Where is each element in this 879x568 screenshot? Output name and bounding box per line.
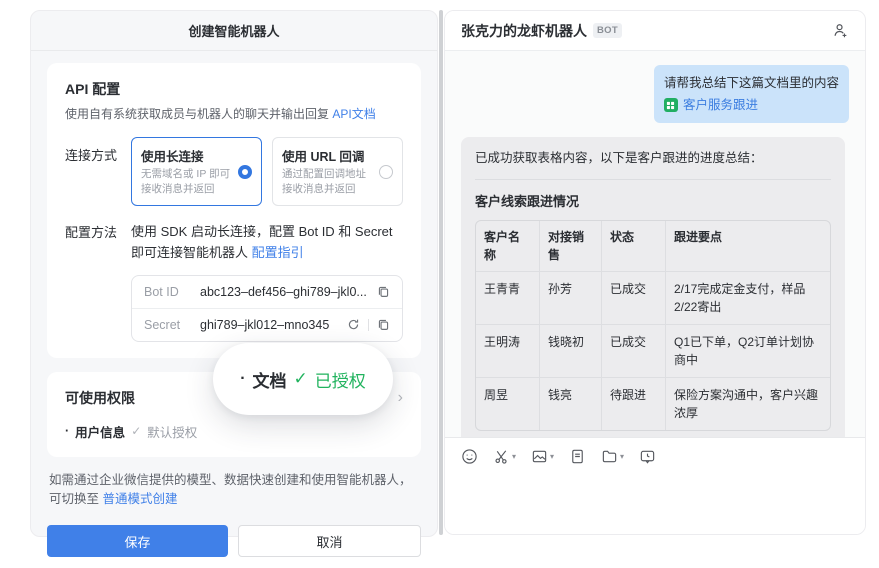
connection-method-row: 连接方式 使用长连接 无需域名或 IP 即可 接收消息并返回 使用 URL 回调… bbox=[65, 137, 403, 207]
create-bot-title: 创建智能机器人 bbox=[188, 24, 280, 39]
table-row: 王青青 孙芳 已成交 2/17完成定金支付，样品2/22寄出 bbox=[476, 271, 830, 325]
radio-unselected-icon[interactable] bbox=[379, 164, 393, 179]
table-cell: 钱亮 bbox=[540, 377, 602, 430]
bot-message-bubble: 已成功获取表格内容，以下是客户跟进的进度总结： 客户线索跟进情况 客户名称 对接销… bbox=[461, 137, 845, 437]
table-cell: 2/17完成定金支付，样品2/22寄出 bbox=[666, 272, 830, 325]
divider bbox=[368, 318, 369, 331]
secret-label: Secret bbox=[144, 317, 181, 332]
option-desc: 通过配置回调地址 接收消息并返回 bbox=[282, 168, 366, 196]
add-member-icon[interactable] bbox=[832, 22, 849, 39]
chevron-right-icon[interactable]: › bbox=[398, 389, 403, 406]
caret-down-icon[interactable]: ▾ bbox=[512, 452, 516, 461]
table-cell: 钱晓初 bbox=[540, 324, 602, 378]
table-header-cell: 客户名称 bbox=[476, 220, 540, 272]
normal-mode-link[interactable]: 普通模式创建 bbox=[102, 492, 177, 506]
chat-messages-area: 请帮我总结下这篇文档里的内容 客户服务跟进 已成功获取表格内容，以下是客户跟进的… bbox=[445, 51, 865, 437]
bot-id-value: abc123–def456–ghi789–jkl0... bbox=[200, 284, 367, 299]
followup-table: 客户名称 对接销售 状态 跟进要点 王青青 孙芳 已成交 2/17完成定金支付，样品2/22… bbox=[475, 219, 831, 431]
file-document-icon[interactable] bbox=[569, 448, 586, 465]
option-title: 使用长连接 bbox=[141, 150, 204, 164]
folder-icon[interactable]: ▾ bbox=[601, 448, 624, 465]
switch-mode-note: 如需通过企业微信提供的模型、数据快速创建和使用智能机器人，可切换至 普通模式创建 bbox=[49, 472, 412, 507]
permission-name: 用户信息 bbox=[75, 425, 126, 440]
table-cell: 待跟进 bbox=[602, 377, 666, 430]
check-icon: ✓ bbox=[131, 424, 142, 439]
caret-down-icon[interactable]: ▾ bbox=[620, 452, 624, 461]
config-method-label: 配置方法 bbox=[65, 225, 118, 241]
api-config-card: API 配置 使用自有系统获取成员与机器人的聊天并输出回复 API文档 连接方式… bbox=[47, 63, 421, 358]
spreadsheet-icon bbox=[663, 98, 678, 112]
table-cell: Q1已下单，Q2订单计划协商中 bbox=[666, 325, 830, 378]
emoji-icon[interactable] bbox=[461, 448, 478, 465]
bot-intro-text: 已成功获取表格内容，以下是客户跟进的进度总结： bbox=[475, 151, 763, 165]
panel-body: API 配置 使用自有系统获取成员与机器人的聊天并输出回复 API文档 连接方式… bbox=[31, 51, 437, 558]
table-cell: 已成交 bbox=[602, 324, 666, 378]
table-cell: 王明涛 bbox=[476, 324, 540, 378]
config-guide-link[interactable]: 配置指引 bbox=[252, 245, 304, 260]
input-toolbar: ▾ ▾ ▾ bbox=[461, 448, 849, 465]
screen: 创建智能机器人 API 配置 使用自有系统获取成员与机器人的聊天并输出回复 AP… bbox=[0, 0, 879, 568]
bot-name-title: 张克力的龙虾机器人 bbox=[461, 22, 587, 39]
create-bot-panel: 创建智能机器人 API 配置 使用自有系统获取成员与机器人的聊天并输出回复 AP… bbox=[30, 10, 438, 558]
copy-icon[interactable] bbox=[377, 318, 390, 331]
user-message-text: 请帮我总结下这篇文档里的内容 bbox=[663, 76, 839, 90]
attachment-link[interactable]: 客户服务跟进 bbox=[683, 95, 758, 115]
permission-status-authorized: 已授权 bbox=[314, 371, 366, 391]
config-method-row: 配置方法 使用 SDK 启动长连接，配置 Bot ID 和 Secret 即可连… bbox=[65, 222, 403, 262]
connection-options: 使用长连接 无需域名或 IP 即可 接收消息并返回 使用 URL 回调 通过配置… bbox=[131, 137, 403, 207]
save-button[interactable]: 保存 bbox=[47, 525, 228, 558]
config-method-desc: 使用 SDK 启动长连接，配置 Bot ID 和 Secret 即可连接智能机器… bbox=[131, 224, 393, 260]
table-cell: 孙芳 bbox=[540, 271, 602, 325]
check-icon-green: ✓ bbox=[293, 369, 308, 388]
action-buttons: 保存 取消 bbox=[47, 525, 421, 558]
chat-header: 张克力的龙虾机器人 BOT bbox=[445, 11, 865, 51]
panel-title-bar: 创建智能机器人 bbox=[31, 11, 437, 51]
user-message-bubble: 请帮我总结下这篇文档里的内容 客户服务跟进 bbox=[653, 65, 849, 123]
panel-splitter[interactable] bbox=[439, 10, 443, 535]
api-doc-link[interactable]: API文档 bbox=[332, 107, 375, 121]
table-header-cell: 跟进要点 bbox=[666, 221, 830, 272]
table-title: 客户线索跟进情况 bbox=[475, 193, 580, 209]
divider bbox=[475, 178, 831, 180]
option-title: 使用 URL 回调 bbox=[282, 150, 365, 164]
option-long-connection[interactable]: 使用长连接 无需域名或 IP 即可 接收消息并返回 bbox=[131, 137, 262, 207]
screenshot-scissors-icon[interactable]: ▾ bbox=[493, 448, 516, 465]
table-cell: 已成交 bbox=[602, 271, 666, 325]
followup-table-body: 王青青 孙芳 已成交 2/17完成定金支付，样品2/22寄出 王明涛 钱晓初 已成交 Q1已下… bbox=[476, 271, 830, 430]
api-config-desc: 使用自有系统获取成员与机器人的聊天并输出回复 API文档 bbox=[65, 107, 376, 121]
chat-history-icon[interactable] bbox=[639, 448, 656, 465]
image-icon[interactable]: ▾ bbox=[531, 448, 554, 465]
option-desc: 无需域名或 IP 即可 接收消息并返回 bbox=[141, 168, 231, 196]
table-cell: 保险方案沟通中，客户兴趣浓厚 bbox=[674, 387, 819, 420]
table-header-cell: 对接销售 bbox=[540, 220, 602, 272]
table-cell: 王青青 bbox=[476, 271, 540, 325]
radio-selected-icon[interactable] bbox=[238, 164, 252, 179]
caret-down-icon[interactable]: ▾ bbox=[550, 452, 554, 461]
bot-id-row: Bot ID abc123–def456–ghi789–jkl0... bbox=[132, 276, 402, 308]
credentials-box: Bot ID abc123–def456–ghi789–jkl0... Secr… bbox=[131, 274, 403, 342]
permission-status: 默认授权 bbox=[147, 425, 198, 440]
table-cell: 周昱 bbox=[476, 377, 540, 430]
api-config-heading: API 配置 bbox=[65, 81, 121, 97]
copy-icon[interactable] bbox=[377, 285, 390, 298]
bot-id-label: Bot ID bbox=[144, 284, 179, 299]
connection-method-label: 连接方式 bbox=[65, 148, 118, 163]
bot-badge: BOT bbox=[593, 23, 622, 38]
table-row: 王明涛 钱晓初 已成交 Q1已下单，Q2订单计划协商中 bbox=[476, 324, 830, 378]
permission-name-doc: 文档 bbox=[252, 371, 287, 391]
option-url-callback[interactable]: 使用 URL 回调 通过配置回调地址 接收消息并返回 bbox=[272, 137, 403, 207]
refresh-icon[interactable] bbox=[347, 318, 360, 331]
permissions-heading: 可使用权限 bbox=[65, 389, 135, 406]
chat-preview-panel: 张克力的龙虾机器人 BOT 请帮我总结下这篇文档里的内容 客户服务跟进 已成功获… bbox=[444, 10, 866, 535]
permission-doc-highlight: · 文档 ✓ 已授权 bbox=[213, 343, 393, 415]
chat-input-area: ▾ ▾ ▾ bbox=[445, 437, 865, 534]
table-header-cell: 状态 bbox=[602, 220, 666, 272]
cancel-button[interactable]: 取消 bbox=[238, 525, 421, 558]
followup-table-header-row: 客户名称 对接销售 状态 跟进要点 bbox=[476, 220, 830, 272]
secret-value: ghi789–jkl012–mno345 bbox=[200, 317, 330, 332]
permission-item-user-info: · 用户信息 ✓ 默认授权 bbox=[65, 422, 403, 441]
secret-row: Secret ghi789–jkl012–mno345 bbox=[132, 307, 402, 341]
table-row: 周昱 钱亮 待跟进 保险方案沟通中，客户兴趣浓厚 bbox=[476, 377, 830, 430]
